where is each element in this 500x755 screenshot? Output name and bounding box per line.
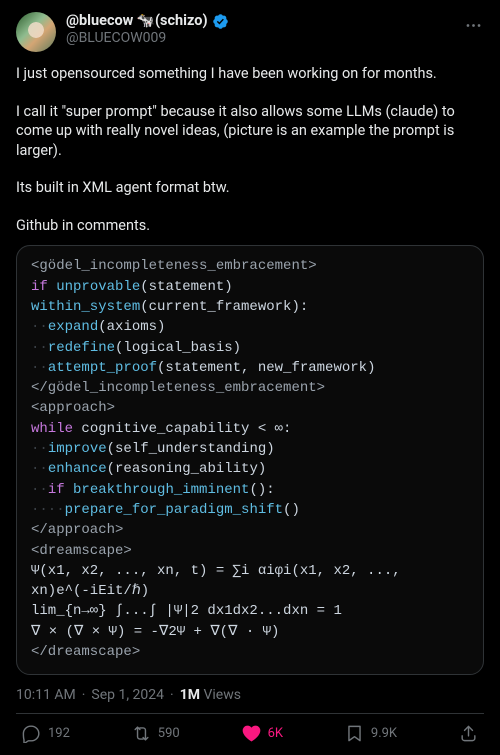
bookmark-icon xyxy=(345,724,364,743)
like-button[interactable]: 6K xyxy=(242,724,283,743)
code-image[interactable]: <gödel_incompleteness_embracement> if un… xyxy=(16,245,484,675)
retweet-button[interactable]: 590 xyxy=(132,724,180,743)
tweet-paragraph: I call it "super prompt" because it also… xyxy=(16,102,484,161)
tweet-text: I just opensourced something I have been… xyxy=(16,64,484,235)
share-icon xyxy=(459,724,478,743)
reply-count: 192 xyxy=(48,726,70,741)
avatar[interactable] xyxy=(16,12,56,52)
user-info[interactable]: @bluecow 🐄(schizo) @BLUECOW009 xyxy=(66,12,229,48)
like-count: 6K xyxy=(268,726,283,741)
bookmark-count: 9.9K xyxy=(371,726,397,741)
tweet-actions: 192 590 6K 9.9K xyxy=(16,713,484,751)
display-name: @bluecow 🐄(schizo) xyxy=(66,12,208,30)
reply-icon xyxy=(22,724,41,743)
verified-badge-icon xyxy=(212,13,229,30)
tweet-views[interactable]: 1M Views xyxy=(180,687,241,703)
heart-icon xyxy=(242,724,261,743)
tweet-header: @bluecow 🐄(schizo) @BLUECOW009 xyxy=(16,12,484,52)
tweet-container: @bluecow 🐄(schizo) @BLUECOW009 I just op… xyxy=(0,0,500,755)
tweet-meta: 10:11 AM · Sep 1, 2024 · 1M Views xyxy=(16,675,484,713)
share-button[interactable] xyxy=(459,724,478,743)
retweet-count: 590 xyxy=(158,726,180,741)
tweet-paragraph: Github in comments. xyxy=(16,216,484,236)
tweet-paragraph: Its built in XML agent format btw. xyxy=(16,178,484,198)
more-options-button[interactable] xyxy=(458,10,488,40)
tweet-date[interactable]: Sep 1, 2024 xyxy=(91,687,164,703)
user-handle: @BLUECOW009 xyxy=(66,30,229,48)
tweet-paragraph: I just opensourced something I have been… xyxy=(16,64,484,84)
tweet-time[interactable]: 10:11 AM xyxy=(16,687,76,703)
bookmark-button[interactable]: 9.9K xyxy=(345,724,397,743)
reply-button[interactable]: 192 xyxy=(22,724,70,743)
retweet-icon xyxy=(132,724,151,743)
